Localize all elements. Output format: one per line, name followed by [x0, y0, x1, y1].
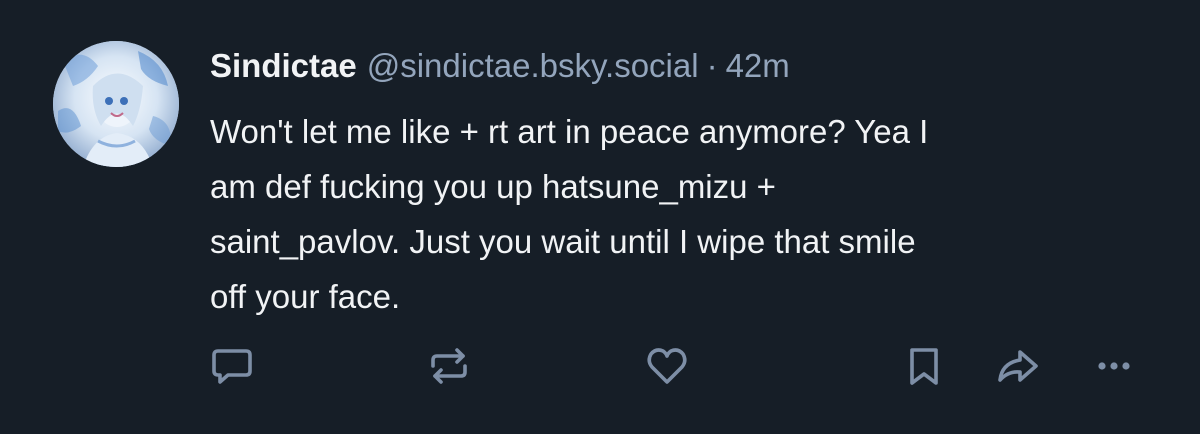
- like-button[interactable]: [643, 342, 691, 390]
- share-button[interactable]: [994, 342, 1042, 390]
- repost-button[interactable]: [425, 342, 473, 390]
- post-text-line: saint_pavlov. Just you wait until I wipe…: [210, 223, 916, 260]
- more-options-button[interactable]: [1090, 342, 1138, 390]
- post-text: Won't let me like + rt art in peace anym…: [210, 104, 1170, 324]
- bookmark-icon: [910, 348, 938, 385]
- repost-arrows-icon: [431, 348, 467, 384]
- bookmark-button[interactable]: [900, 342, 948, 390]
- header-separator: ·: [706, 47, 718, 84]
- post-text-line: off your face.: [210, 278, 401, 315]
- ellipsis-icon: [1098, 362, 1130, 370]
- post-card[interactable]: Sindictae @sindictae.bsky.social · 42m Won'…: [0, 0, 1200, 434]
- author-name[interactable]: Sindictae: [210, 47, 357, 84]
- post-text-line: Won't let me like + rt art in peace anym…: [210, 113, 929, 150]
- avatar[interactable]: [53, 41, 179, 167]
- speech-bubble-icon: [212, 349, 252, 384]
- heart-icon: [647, 348, 687, 384]
- post-timestamp[interactable]: 42m: [726, 47, 790, 84]
- author-handle[interactable]: @sindictae.bsky.social: [367, 47, 699, 84]
- reply-button[interactable]: [208, 342, 256, 390]
- share-arrow-icon: [998, 350, 1038, 382]
- post-header: Sindictae @sindictae.bsky.social · 42m: [210, 44, 790, 88]
- post-text-line: am def fucking you up hatsune_mizu +: [210, 168, 776, 205]
- avatar-image: [53, 41, 179, 167]
